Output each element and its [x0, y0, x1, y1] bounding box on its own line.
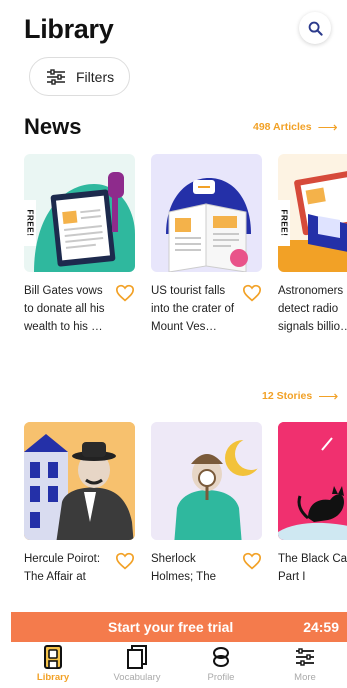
- news-card-image: [151, 154, 262, 272]
- nav-label: Library: [36, 672, 70, 683]
- nav-label: Profile: [207, 672, 235, 683]
- news-count-link[interactable]: 498 Articles ⟶: [253, 120, 338, 134]
- story-card-title: The Black Cat Part I: [278, 553, 347, 583]
- news-card-title: US tourist falls into the crater of Moun…: [151, 285, 235, 333]
- arrow-right-icon: ⟶: [318, 388, 339, 404]
- page-title: Library: [24, 14, 114, 44]
- news-card-image: FREE!: [24, 154, 135, 272]
- news-card[interactable]: FREE! Bill Gates vows to donate all his …: [24, 154, 135, 336]
- more-sliders-icon: [292, 644, 318, 670]
- nav-item-library[interactable]: Library: [11, 642, 95, 688]
- nav-label: Vocabulary: [113, 672, 161, 683]
- free-badge: FREE!: [24, 200, 36, 246]
- news-card-title: Astronomers detect radio signals billio…: [278, 285, 347, 333]
- arrow-right-icon: ⟶: [317, 119, 338, 135]
- heart-icon[interactable]: [115, 552, 135, 570]
- filters-label: Filters: [76, 68, 115, 85]
- bottom-nav: Library Vocabulary Profile More: [11, 642, 347, 688]
- story-card[interactable]: Sherlock Holmes; The: [151, 422, 262, 586]
- stories-count-label: 12 Stories: [262, 390, 313, 402]
- news-carousel: FREE! Bill Gates vows to donate all his …: [24, 154, 347, 336]
- trial-timer: 24:59: [303, 619, 339, 635]
- library-icon: [40, 644, 66, 670]
- profile-icon: [208, 644, 234, 670]
- news-count-label: 498 Articles: [253, 121, 312, 133]
- heart-icon[interactable]: [242, 284, 262, 302]
- library-screen: Library Filters News 498 Articles ⟶ FREE…: [0, 0, 347, 688]
- filter-sliders-icon: [46, 68, 66, 85]
- news-card[interactable]: FREE! Astronomers detect radio signals b…: [278, 154, 347, 336]
- news-card-image: FREE!: [278, 154, 347, 272]
- story-card-image: [278, 422, 347, 540]
- story-card[interactable]: Hercule Poirot: The Affair at: [24, 422, 135, 586]
- heart-icon[interactable]: [242, 552, 262, 570]
- search-button[interactable]: [299, 12, 331, 44]
- vocabulary-icon: [124, 644, 150, 670]
- free-badge: FREE!: [278, 200, 290, 246]
- filters-button[interactable]: Filters: [29, 57, 130, 96]
- story-card-image: [151, 422, 262, 540]
- nav-item-profile[interactable]: Profile: [179, 642, 263, 688]
- heart-icon[interactable]: [115, 284, 135, 302]
- header: Library: [0, 0, 347, 56]
- search-icon: [308, 21, 323, 36]
- news-card[interactable]: US tourist falls into the crater of Moun…: [151, 154, 262, 336]
- nav-label: More: [294, 672, 316, 683]
- story-card-title: Hercule Poirot: The Affair at: [24, 553, 101, 583]
- story-card-image: [24, 422, 135, 540]
- story-card[interactable]: The Black Cat Part I: [278, 422, 347, 586]
- stories-count-link[interactable]: 12 Stories ⟶: [262, 389, 338, 403]
- free-trial-text: Start your free trial: [108, 619, 234, 635]
- nav-item-more[interactable]: More: [263, 642, 347, 688]
- stories-carousel: Hercule Poirot: The Affair at Sherlock H…: [24, 422, 347, 586]
- story-card-title: Sherlock Holmes; The: [151, 553, 216, 583]
- news-card-title: Bill Gates vows to donate all his wealth…: [24, 285, 105, 333]
- free-trial-banner[interactable]: Start your free trial 24:59: [11, 612, 347, 642]
- news-section-title: News: [24, 114, 82, 139]
- nav-item-vocabulary[interactable]: Vocabulary: [95, 642, 179, 688]
